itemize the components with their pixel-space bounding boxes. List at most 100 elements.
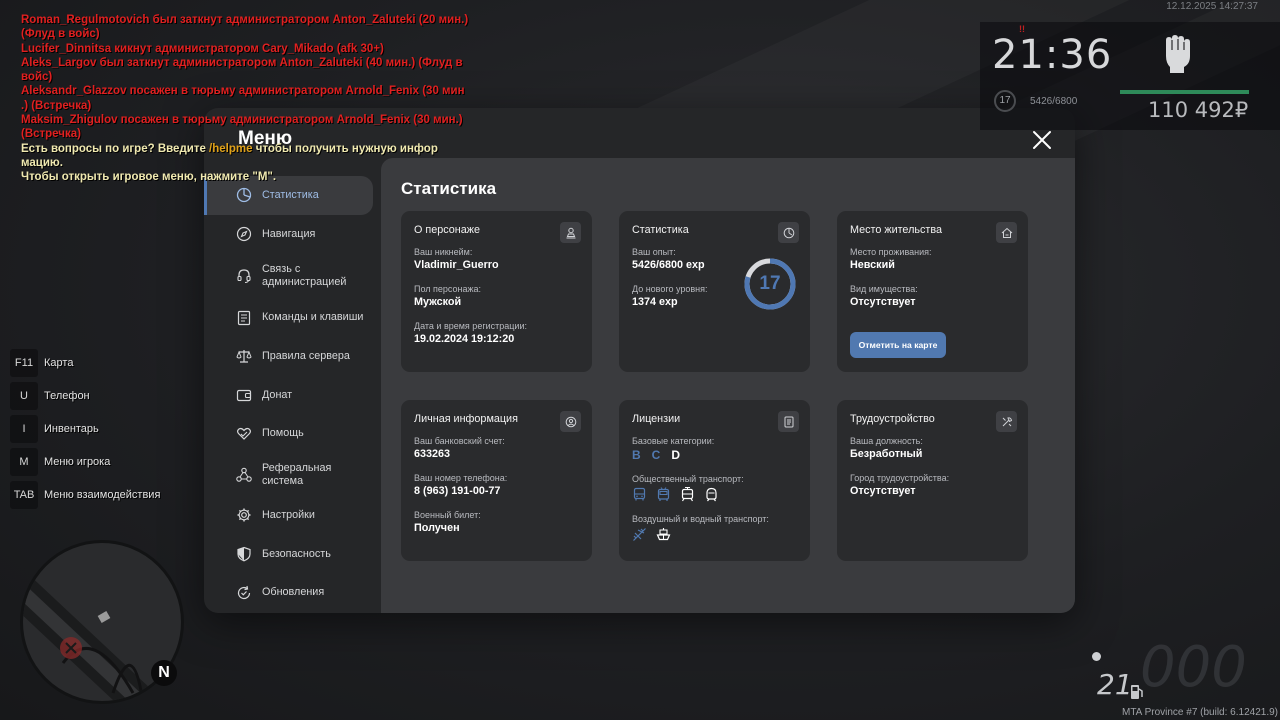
field-label: Воздушный и водный транспорт: — [632, 514, 769, 524]
refresh-icon — [237, 585, 251, 599]
hint-label: Карта — [44, 356, 74, 369]
hint-map: F11 Карта — [10, 346, 160, 379]
hud-time: 21:36 — [992, 32, 1113, 78]
fist-icon — [1166, 35, 1190, 73]
field-label: Ваш опыт: — [632, 247, 676, 257]
heart-hand-icon — [237, 427, 251, 440]
sidebar-item-label: Статистика — [262, 188, 319, 201]
menu-sidebar: Статистика Навигация Связь с администрац… — [204, 176, 381, 612]
chat-line: Roman_Regulmotovich был заткнут админист… — [21, 14, 469, 26]
chat-line: Lucifer_Dinnitsa кикнут администратором … — [21, 42, 384, 55]
chat-help-suffix: чтобы получить нужную инфор — [252, 142, 438, 155]
user-stamp-icon — [560, 222, 581, 243]
field-label: Ваш номер телефона: — [414, 473, 508, 483]
tools-icon — [996, 411, 1017, 432]
hint-key: TAB — [10, 480, 38, 509]
card-title: О персонаже — [414, 224, 480, 236]
hint-label: Меню игрока — [44, 455, 111, 468]
sidebar-item-settings[interactable]: Настройки — [204, 496, 381, 535]
sidebar-item-navigation[interactable]: Навигация — [204, 215, 381, 254]
mark-on-map-button[interactable]: Отметить на карте — [850, 332, 946, 358]
close-icon[interactable] — [1031, 129, 1053, 151]
bus-icon — [633, 487, 646, 501]
boat-icon — [656, 528, 671, 541]
air-water-transport-icons — [632, 527, 797, 542]
chat-help-line2: мацию. — [21, 156, 63, 169]
chat-log: Roman_Regulmotovich был заткнут админист… — [21, 13, 481, 185]
position-value: Безработный — [850, 448, 923, 460]
pie-chart-icon — [236, 188, 252, 203]
chat-line: (Встречка) — [21, 128, 81, 141]
sidebar-item-rules[interactable]: Правила сервера — [204, 337, 381, 376]
sidebar-item-donate[interactable]: Донат — [204, 376, 381, 415]
sidebar-item-label: Связь с администрацией — [262, 262, 347, 288]
health-bar — [1120, 90, 1250, 94]
sidebar-item-label: Настройки — [262, 508, 315, 521]
hint-key: F11 — [10, 348, 38, 377]
sidebar-item-security[interactable]: Безопасность — [204, 535, 381, 574]
field-label: Ваша должность: — [850, 436, 923, 446]
metro-icon — [706, 487, 717, 502]
field-label: Город трудоустройства: — [850, 473, 950, 483]
sidebar-item-label: Обновления — [262, 586, 325, 599]
hint-interaction-menu: TAB Меню взаимодействия — [10, 478, 160, 511]
military-value: Получен — [414, 522, 460, 534]
hint-label: Телефон — [44, 389, 90, 402]
scales-icon — [236, 350, 252, 364]
hint-label: Инвентарь — [44, 422, 99, 435]
job-city-value: Отсутствует — [850, 485, 916, 497]
gender-value: Мужской — [414, 296, 462, 308]
sidebar-item-updates[interactable]: Обновления — [204, 574, 381, 613]
card-statistics: Статистика Ваш опыт: 5426/6800 exp До но… — [619, 211, 810, 372]
sidebar-item-commands[interactable]: Команды и клавиши — [204, 298, 381, 337]
hud: 12.12.2025 14:27:37 !! 21:36 17 5426/680… — [980, 0, 1280, 130]
chat-line: (Флуд в войс) — [21, 28, 100, 41]
sidebar-item-admin-contact[interactable]: Связь с администрацией — [204, 253, 381, 298]
field-label: Базовые категории: — [632, 436, 715, 446]
card-character: О персонаже Ваш никнейм: Vladimir_Guerro… — [401, 211, 592, 372]
list-icon — [237, 310, 251, 325]
hud-level: 17 — [994, 90, 1016, 112]
user-circle-icon — [560, 411, 581, 432]
trolleybus-icon — [657, 487, 670, 501]
chat-line: войс) — [21, 71, 53, 84]
card-employment: Трудоустройство Ваша должность: Безработ… — [837, 400, 1028, 561]
hint-key: M — [10, 447, 38, 476]
card-title: Лицензии — [632, 413, 681, 425]
level-value: 17 — [759, 273, 781, 294]
sidebar-item-referral[interactable]: Реферальная система — [204, 453, 381, 496]
sidebar-item-label: Правила сервера — [262, 349, 350, 362]
hint-player-menu: M Меню игрока — [10, 445, 160, 478]
residence-value: Невский — [850, 259, 895, 271]
card-title: Место жительства — [850, 224, 942, 236]
chat-line: Maksim_Zhigulov посажен в тюрьму админис… — [21, 114, 463, 127]
phone-value: 8 (963) 191-00-77 — [414, 485, 501, 497]
chat-line: Aleks_Largov был заткнут администратором… — [21, 56, 463, 69]
sidebar-item-label: Помощь — [262, 427, 304, 440]
bank-value: 633263 — [414, 448, 451, 460]
nickname-value: Vladimir_Guerro — [414, 259, 499, 271]
card-residence: Место жительства Место проживания: Невск… — [837, 211, 1028, 372]
speedometer-dot — [1092, 652, 1101, 661]
field-label: Ваш банковский счет: — [414, 436, 505, 446]
license-categories: B C D — [632, 448, 797, 462]
sidebar-item-label: Донат — [262, 388, 293, 401]
shield-icon — [237, 547, 251, 562]
sidebar-item-help[interactable]: Помощь — [204, 414, 381, 453]
hud-datetime: 12.12.2025 14:27:37 — [1166, 1, 1258, 12]
field-label: Общественный транспорт: — [632, 474, 744, 484]
sidebar-item-label: Безопасность — [262, 547, 331, 560]
hint-label: Меню взаимодействия — [44, 488, 161, 501]
chat-help-line3: Чтобы открыть игровое меню, нажмите "M". — [21, 171, 277, 184]
field-label: Ваш никнейм: — [414, 247, 473, 257]
key-hints: F11 Карта U Телефон I Инвентарь M Меню игрок… — [10, 346, 160, 511]
hint-phone: U Телефон — [10, 379, 160, 412]
card-title: Трудоустройство — [850, 413, 935, 425]
gear-icon — [237, 508, 251, 522]
sidebar-item-label: Реферальная система — [262, 461, 332, 487]
registration-value: 19.02.2024 19:12:20 — [414, 333, 515, 345]
field-label: Дата и время регистрации: — [414, 321, 527, 331]
menu-content: Статистика О персонаже Ваш никнейм: Vlad… — [381, 158, 1075, 613]
fuel-value: 21 — [1097, 668, 1133, 701]
minimap-north-indicator: N — [151, 660, 177, 686]
